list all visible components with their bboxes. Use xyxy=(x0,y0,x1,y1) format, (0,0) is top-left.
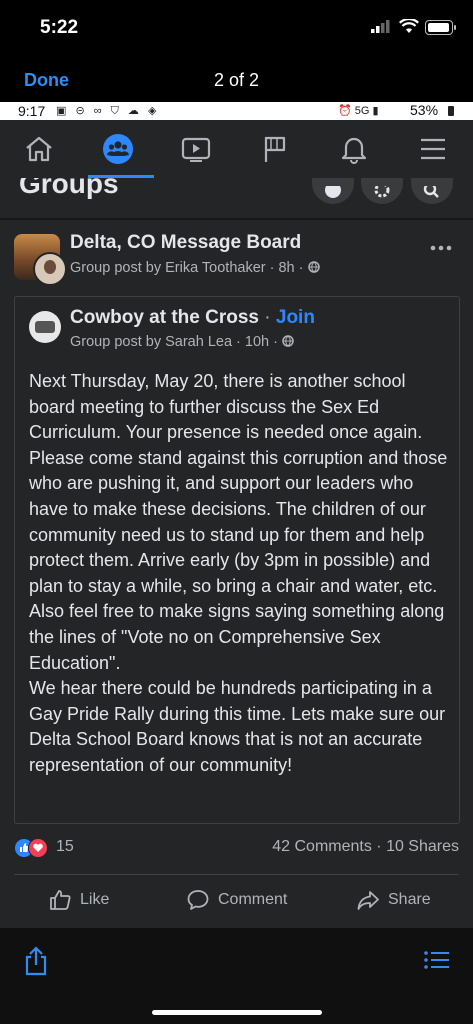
pages-flag-icon xyxy=(264,136,286,162)
group-post: Delta, CO Message Board Group post by Er… xyxy=(0,220,473,928)
separator-dot: · xyxy=(371,838,387,855)
list-button[interactable] xyxy=(424,950,450,975)
android-battery-percent: 53% xyxy=(410,102,439,118)
author-avatar[interactable] xyxy=(33,252,67,286)
comment-bubble-icon xyxy=(187,890,209,910)
cellular-signal-icon xyxy=(371,20,390,33)
shared-group-name[interactable]: Cowboy at the Cross xyxy=(70,307,259,328)
post-group-name[interactable]: Delta, CO Message Board xyxy=(70,232,301,254)
notifications-bell-icon xyxy=(341,137,367,164)
more-dots-icon xyxy=(430,245,452,251)
like-label: Like xyxy=(80,891,110,908)
globe-icon xyxy=(307,261,320,273)
nav-groups[interactable] xyxy=(88,126,148,172)
nav-pages[interactable] xyxy=(245,126,305,172)
system-icons: ⏰ 5G ▮ xyxy=(338,105,379,117)
ios-time: 5:22 xyxy=(40,17,79,38)
share-arrow-icon xyxy=(357,891,379,910)
wifi-icon xyxy=(399,19,419,33)
join-button[interactable]: Join xyxy=(276,307,315,328)
nav-menu[interactable] xyxy=(403,126,463,172)
groups-icon xyxy=(103,134,133,164)
ios-status-bar: 5:22 xyxy=(0,0,473,56)
shared-group-avatar[interactable] xyxy=(29,311,61,343)
share-button[interactable] xyxy=(23,946,49,981)
search-button[interactable] xyxy=(411,178,453,204)
shares-count[interactable]: 10 Shares xyxy=(386,838,459,855)
android-status-bar: 9:17 ▣ ⊝ ∞ ⛉ ☁ ◈ ⏰ 5G ▮ 53% xyxy=(0,102,473,120)
menu-icon xyxy=(421,138,445,160)
create-group-button[interactable] xyxy=(312,178,354,204)
post-body-text: Next Thursday, May 20, there is another … xyxy=(29,371,448,775)
share-label: Share xyxy=(388,891,431,908)
nav-notifications[interactable] xyxy=(324,126,384,172)
post-meta-text: Group post by Erika Toothaker · 8h · xyxy=(70,260,308,276)
shared-meta: Group post by Sarah Lea · 10h · xyxy=(70,334,294,350)
screenshot-content: 9:17 ▣ ⊝ ∞ ⛉ ☁ ◈ ⏰ 5G ▮ 53% Groups Delta… xyxy=(0,102,473,928)
gear-icon xyxy=(374,186,390,198)
share-post-button[interactable]: Share xyxy=(356,886,431,914)
notification-icons: ▣ ⊝ ∞ ⛉ ☁ ◈ xyxy=(56,105,160,117)
shared-meta-text: Group post by Sarah Lea · 10h · xyxy=(70,334,282,350)
share-icon xyxy=(25,946,47,976)
home-icon xyxy=(26,136,52,162)
divider xyxy=(14,874,459,875)
page-title: Groups xyxy=(19,178,119,199)
list-icon xyxy=(424,951,449,969)
plus-icon xyxy=(325,186,341,198)
reaction-count: 15 xyxy=(56,838,74,855)
post-meta: Group post by Erika Toothaker · 8h · xyxy=(70,260,320,276)
thumbs-up-icon xyxy=(50,890,71,910)
comment-button[interactable]: Comment xyxy=(186,886,287,914)
like-button[interactable]: Like xyxy=(48,886,109,914)
shared-header: Cowboy at the Cross · Join xyxy=(70,307,315,329)
nav-home[interactable] xyxy=(9,126,69,172)
comments-count[interactable]: 42 Comments xyxy=(272,838,372,855)
more-options-button[interactable] xyxy=(430,234,452,257)
home-indicator[interactable] xyxy=(152,1010,322,1015)
shared-post[interactable]: Cowboy at the Cross · Join Group post by… xyxy=(14,296,460,824)
settings-button[interactable] xyxy=(361,178,403,204)
nav-watch[interactable] xyxy=(166,126,226,172)
search-icon xyxy=(423,186,439,198)
separator-dot: · xyxy=(258,307,276,328)
android-battery-icon xyxy=(448,106,454,116)
love-reaction-icon xyxy=(28,838,48,858)
globe-icon xyxy=(282,335,294,347)
facebook-nav-bar xyxy=(0,120,473,178)
watch-icon xyxy=(181,137,211,162)
android-time: 9:17 xyxy=(18,103,46,119)
comment-label: Comment xyxy=(218,891,288,908)
engagement-counts: 42 Comments · 10 Shares xyxy=(272,838,459,856)
page-counter: 2 of 2 xyxy=(213,70,260,90)
viewer-top-bar: Done 2 of 2 xyxy=(0,56,473,102)
groups-header: Groups xyxy=(0,178,473,218)
viewer-bottom-bar xyxy=(0,928,473,1024)
battery-icon xyxy=(425,20,456,35)
